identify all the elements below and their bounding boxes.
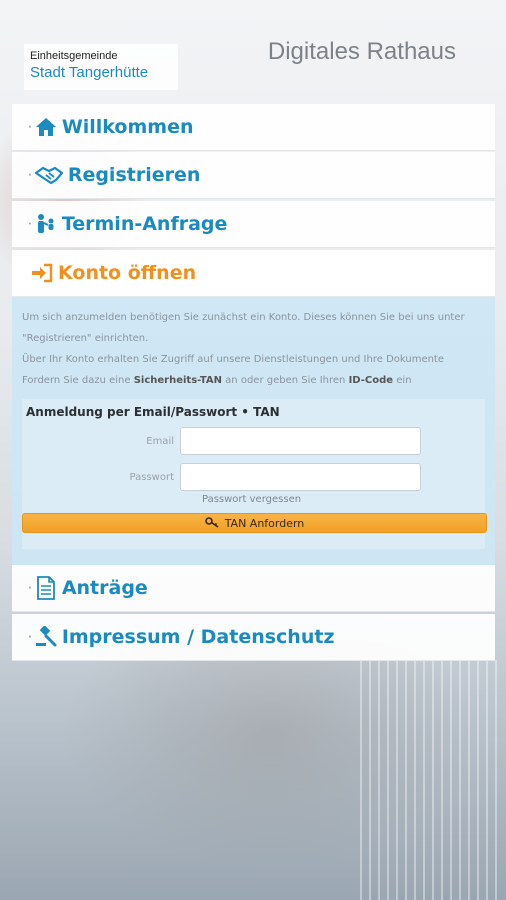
tan-button-label: TAN Anfordern [224,516,305,530]
logo-title: Stadt Tangerhütte [30,64,149,81]
intro-text-part: an oder geben Sie Ihren [222,375,349,386]
tan-request-button[interactable]: TAN Anfordern [22,513,487,533]
home-icon [34,115,58,139]
document-icon [34,576,58,600]
people-icon [34,212,58,236]
intro-highlight: Sicherheits-TAN [133,375,222,386]
password-field[interactable] [180,463,421,491]
bullet: · [28,582,32,594]
bullet: · [28,631,32,643]
intro-text-part: ein [393,375,412,386]
logo-subtitle: Einheitsgemeinde [30,50,118,62]
nav-label: Konto öffnen [58,262,197,284]
login-form: Anmeldung per Email/Passwort • TAN Email… [22,399,487,549]
handshake-icon [34,163,64,187]
bullet: · [28,169,32,181]
forgot-password-link[interactable]: Passwort vergessen [202,494,481,505]
bullet: · [28,218,32,230]
gavel-icon [34,625,58,649]
nav-item-willkommen[interactable]: · Willkommen [12,104,495,151]
nav-item-antraege[interactable]: · Anträge [12,565,495,612]
intro-line: Fordern Sie dazu eine Sicherheits-TAN an… [22,370,485,391]
intro-text: Um sich anzumelden benötigen Sie zunächs… [22,307,485,391]
password-row: Passwort [26,463,481,491]
nav-label: Registrieren [67,164,201,186]
intro-text-part: Fordern Sie dazu eine [22,375,134,386]
nav-label: Anträge [61,577,148,599]
nav-label: Termin-Anfrage [61,213,228,235]
nav-item-termin-anfrage[interactable]: · Termin-Anfrage [12,201,495,248]
intro-line: "Registrieren" einrichten. [22,333,149,344]
nav-item-registrieren[interactable]: · Registrieren [12,152,495,199]
intro-line: Um sich anzumelden benötigen Sie zunächs… [22,312,465,323]
intro-line: Über Ihr Konto erhalten Sie Zugriff auf … [22,354,445,365]
password-label: Passwort [129,471,174,483]
email-label: Email [146,435,174,447]
sign-in-icon [30,261,54,285]
nav-item-impressum-datenschutz[interactable]: · Impressum / Datenschutz [12,614,495,661]
app-title: Digitales Rathaus [267,38,456,65]
background-image [360,660,500,900]
nav-label: Willkommen [61,116,194,138]
form-title: Anmeldung per Email/Passwort • TAN [26,405,280,419]
key-icon [204,516,219,531]
konto-panel: Um sich anzumelden benötigen Sie zunächs… [12,297,495,565]
bullet: · [28,121,32,133]
intro-highlight: ID-Code [348,375,394,386]
email-row: Email [26,427,481,455]
logo[interactable]: Einheitsgemeinde Stadt Tangerhütte [24,44,178,90]
nav-item-konto-oeffnen[interactable]: Konto öffnen [12,250,495,297]
email-field[interactable] [180,427,421,455]
nav-label: Impressum / Datenschutz [61,626,335,648]
